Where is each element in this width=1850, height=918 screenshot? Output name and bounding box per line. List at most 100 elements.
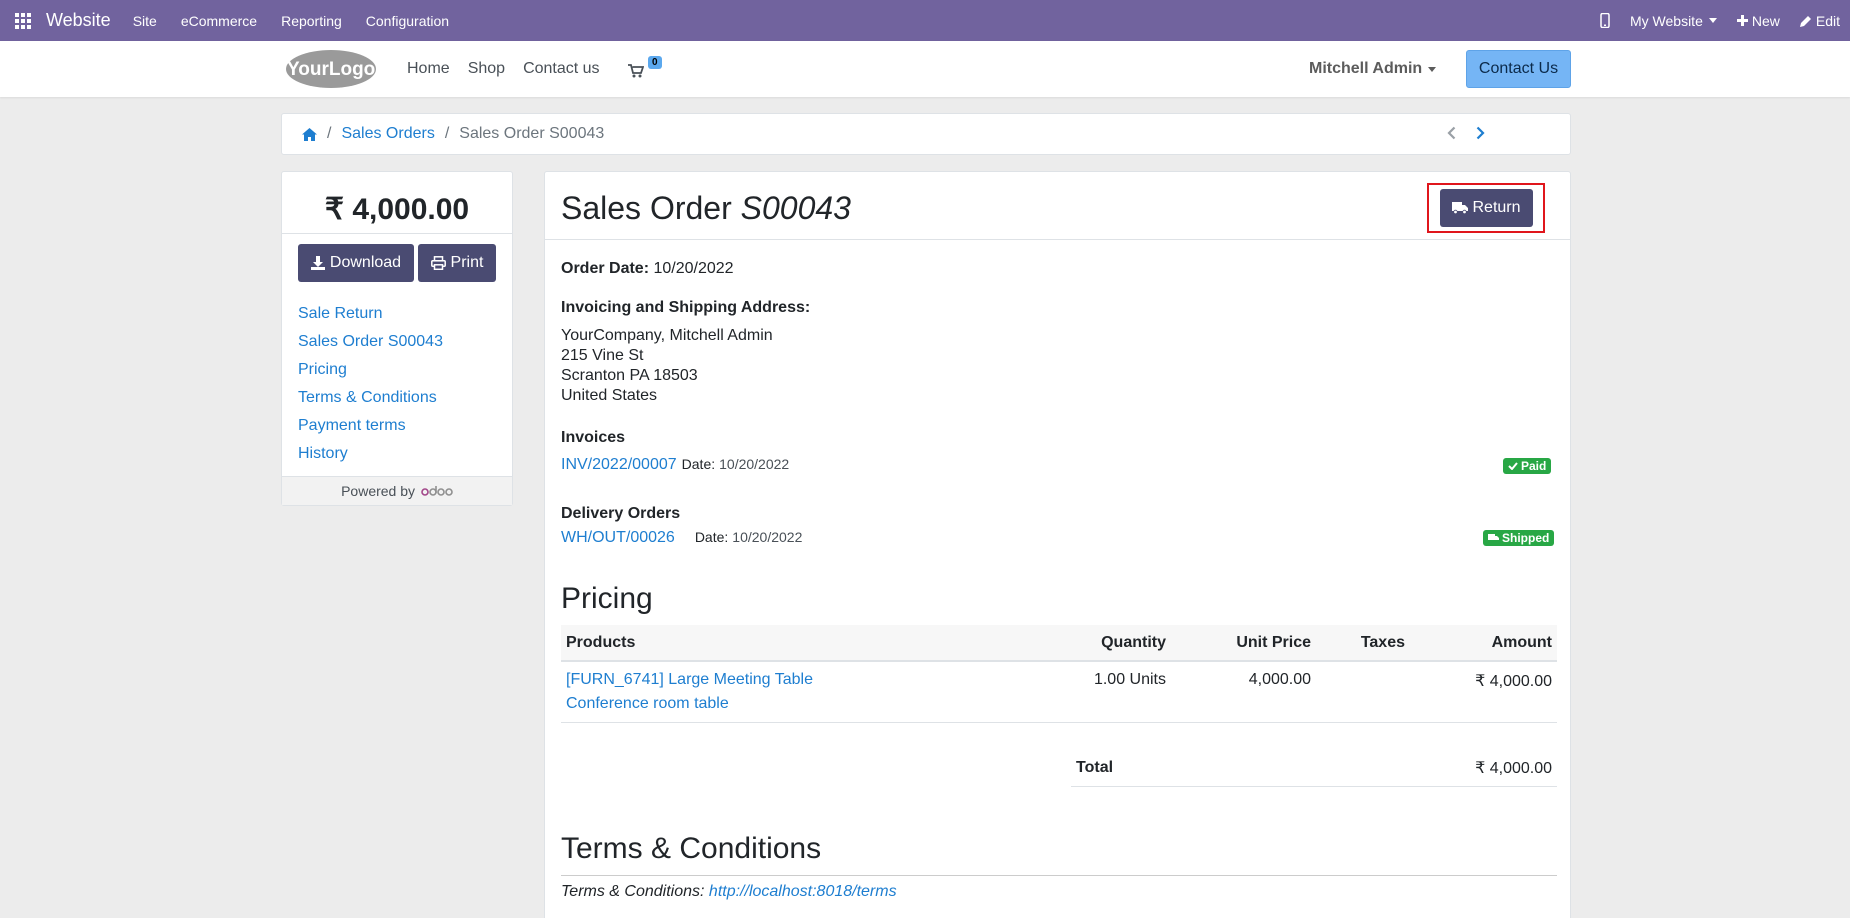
- delivery-date-label: Date:: [694, 529, 729, 545]
- column-unit-price: Unit Price: [1171, 625, 1316, 662]
- cart-button[interactable]: 0: [628, 56, 668, 82]
- shipped-status-badge: Shipped: [1483, 530, 1555, 546]
- pricing-table: Products Quantity Unit Price Taxes Amoun…: [561, 625, 1557, 723]
- plus-icon: [1736, 15, 1748, 26]
- logo-text: YourLogo: [287, 59, 375, 80]
- return-button-label: Return: [1472, 199, 1521, 216]
- download-button[interactable]: Download: [298, 244, 414, 282]
- sidebar-actions: Download Print: [298, 244, 500, 282]
- powered-by-footer: Powered by: [282, 476, 512, 505]
- shipped-status-label: Shipped: [1502, 531, 1550, 545]
- table-row: [FURN_6741] Large Meeting Table Conferen…: [561, 661, 1557, 723]
- breadcrumb-current: Sales Order S00043: [459, 125, 605, 142]
- menu-configuration[interactable]: Configuration: [366, 13, 449, 29]
- user-name: Mitchell Admin: [1309, 60, 1423, 77]
- menu-site[interactable]: Site: [133, 13, 157, 29]
- mobile-preview-button[interactable]: [1600, 13, 1610, 28]
- chevron-down-icon: [1708, 18, 1717, 23]
- home-icon[interactable]: [302, 127, 317, 141]
- sidebar-link-sale-return[interactable]: Sale Return: [298, 304, 443, 332]
- cart-count-badge: 0: [648, 56, 662, 69]
- sidebar-link-history[interactable]: History: [298, 444, 443, 472]
- shopping-cart-icon: [628, 64, 644, 78]
- column-amount: Amount: [1410, 625, 1557, 662]
- breadcrumb: / Sales Orders / Sales Order S00043: [281, 113, 1571, 155]
- sidebar-link-terms[interactable]: Terms & Conditions: [298, 388, 443, 416]
- order-date: Order Date: 10/20/2022: [561, 260, 734, 278]
- website-switcher-label: My Website: [1629, 12, 1703, 29]
- invoice-row: INV/2022/00007 Date: 10/20/2022: [561, 456, 789, 474]
- order-sidebar: ₹ 4,000.00 Download Print Sale Return Sa…: [281, 171, 513, 506]
- menu-reporting[interactable]: Reporting: [281, 13, 342, 29]
- nav-contact-us[interactable]: Contact us: [523, 60, 599, 78]
- pricing-heading: Pricing: [561, 582, 653, 615]
- delivery-orders-label: Delivery Orders: [561, 505, 681, 522]
- sidebar-link-sales-order[interactable]: Sales Order S00043: [298, 332, 443, 360]
- invoices-label: Invoices: [561, 429, 626, 446]
- download-icon: [310, 256, 325, 270]
- print-button[interactable]: Print: [418, 244, 496, 282]
- address-block: YourCompany, Mitchell Admin 215 Vine St …: [561, 326, 773, 406]
- powered-by-label: Powered by: [341, 483, 416, 499]
- breadcrumb-sales-orders[interactable]: Sales Orders: [341, 125, 434, 143]
- edit-button-label: Edit: [1815, 12, 1840, 29]
- breadcrumb-separator: /: [444, 125, 450, 142]
- terms-heading: Terms & Conditions: [561, 832, 822, 865]
- contact-us-button[interactable]: Contact Us: [1466, 50, 1571, 88]
- column-taxes: Taxes: [1316, 625, 1410, 662]
- order-detail-card: Sales Order S00043 Return Order Date: 10…: [544, 171, 1571, 918]
- sidebar-link-pricing[interactable]: Pricing: [298, 360, 443, 388]
- edit-button[interactable]: Edit: [1799, 12, 1840, 29]
- table-header-row: Products Quantity Unit Price Taxes Amoun…: [561, 625, 1557, 662]
- column-quantity: Quantity: [1041, 625, 1171, 662]
- odoo-logo[interactable]: [421, 478, 453, 506]
- order-date-label: Order Date:: [561, 260, 650, 277]
- terms-label: Terms & Conditions:: [561, 883, 705, 900]
- app-brand[interactable]: Website: [46, 10, 111, 31]
- address-line: 215 Vine St: [561, 347, 644, 364]
- print-button-label: Print: [450, 254, 484, 271]
- chevron-right-icon: [1476, 126, 1485, 140]
- chevron-down-icon: [1428, 66, 1437, 72]
- previous-record-button[interactable]: [1447, 126, 1456, 145]
- new-button-label: New: [1751, 12, 1780, 29]
- order-header: Sales Order S00043 Return: [545, 172, 1570, 240]
- next-record-button[interactable]: [1476, 126, 1485, 145]
- company-logo[interactable]: YourLogo: [281, 49, 376, 89]
- user-menu[interactable]: Mitchell Admin: [1309, 41, 1437, 97]
- delivery-link[interactable]: WH/OUT/00026: [561, 529, 675, 547]
- chevron-left-icon: [1447, 126, 1456, 140]
- return-button[interactable]: Return: [1440, 189, 1533, 227]
- truck-icon: [1488, 534, 1499, 540]
- check-icon: [1508, 462, 1518, 470]
- order-number: S00043: [740, 190, 851, 226]
- site-header: YourLogo Home Shop Contact us 0 Mitchell…: [0, 41, 1850, 97]
- unit-price-cell: 4,000.00: [1171, 661, 1316, 723]
- record-pager: [1427, 126, 1485, 145]
- menu-ecommerce[interactable]: eCommerce: [181, 13, 257, 29]
- apps-menu-button[interactable]: [0, 0, 46, 41]
- total-label: Total: [1076, 758, 1114, 776]
- main-nav: Home Shop Contact us: [407, 41, 618, 97]
- print-icon: [430, 256, 446, 270]
- paid-status-badge: Paid: [1503, 458, 1552, 474]
- column-products: Products: [561, 625, 1041, 662]
- title-prefix: Sales Order: [561, 190, 732, 226]
- terms-link[interactable]: http://localhost:8018/terms: [709, 883, 897, 900]
- sidebar-nav: Sale Return Sales Order S00043 Pricing T…: [298, 304, 443, 472]
- nav-home[interactable]: Home: [407, 60, 450, 78]
- new-button[interactable]: New: [1736, 12, 1780, 29]
- truck-icon: [1452, 202, 1469, 214]
- amount-cell: ₹ 4,000.00: [1410, 661, 1557, 723]
- mobile-icon: [1600, 13, 1610, 28]
- order-date-value: 10/20/2022: [653, 260, 734, 277]
- terms-divider: [561, 875, 1557, 876]
- terms-line: Terms & Conditions: http://localhost:801…: [561, 883, 897, 901]
- invoice-link[interactable]: INV/2022/00007: [561, 456, 677, 474]
- sidebar-link-payment-terms[interactable]: Payment terms: [298, 416, 443, 444]
- website-switcher[interactable]: My Website: [1630, 13, 1717, 29]
- address-line: United States: [561, 387, 658, 404]
- nav-shop[interactable]: Shop: [468, 60, 505, 78]
- product-link[interactable]: [FURN_6741] Large Meeting Table Conferen…: [566, 671, 813, 712]
- admin-navbar: Website Site eCommerce Reporting Configu…: [0, 0, 1850, 41]
